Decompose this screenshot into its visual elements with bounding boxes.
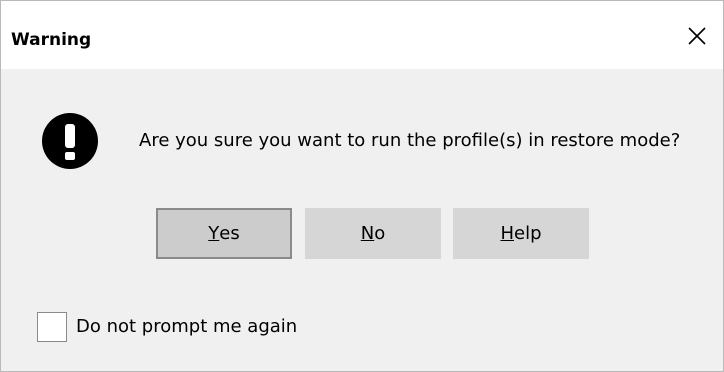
close-icon	[688, 27, 706, 45]
yes-button[interactable]: Yes	[156, 208, 292, 259]
help-button[interactable]: Help	[453, 208, 589, 259]
yes-button-label: es	[219, 223, 240, 244]
help-button-mnemonic: H	[500, 223, 515, 244]
dialog-title: Warning	[11, 30, 92, 50]
yes-button-mnemonic: Y	[208, 223, 220, 244]
warning-message: Are you sure you want to run the profile…	[139, 130, 681, 151]
no-button[interactable]: No	[305, 208, 441, 259]
help-button-label: elp	[514, 223, 542, 244]
warning-dialog: Warning Are you sure you want to run the…	[0, 0, 724, 372]
do-not-prompt-checkbox[interactable]	[37, 312, 67, 342]
no-button-mnemonic: N	[360, 223, 375, 244]
title-bar: Warning	[1, 1, 723, 69]
close-button[interactable]	[671, 17, 723, 59]
no-button-label: o	[374, 223, 386, 244]
exclamation-circle-icon	[42, 113, 98, 169]
do-not-prompt-label[interactable]: Do not prompt me again	[76, 315, 297, 339]
